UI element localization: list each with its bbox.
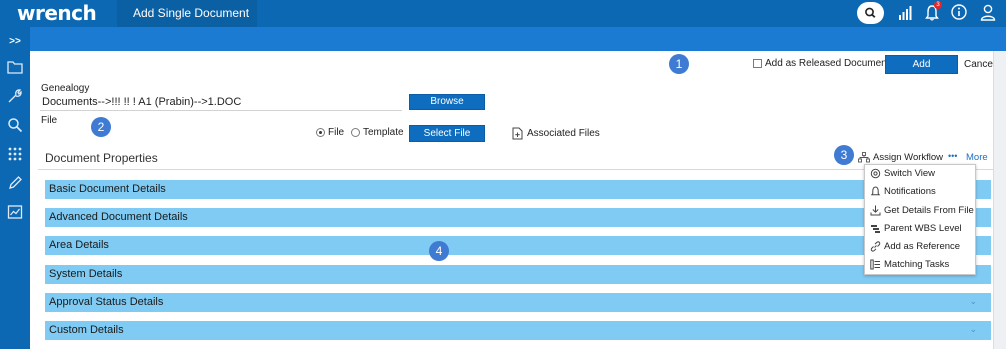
rail-item-search[interactable]	[0, 114, 30, 136]
wrench-icon	[8, 89, 22, 103]
genealogy-underline	[40, 110, 402, 111]
rail-item-tools[interactable]	[0, 85, 30, 107]
chevron-down-icon[interactable]: ⌄	[969, 296, 977, 307]
task-list-icon	[870, 259, 880, 270]
signal-bars-icon[interactable]	[898, 3, 912, 23]
section-label: Area Details	[49, 239, 109, 251]
associated-files-link[interactable]: Associated Files	[527, 128, 600, 139]
file-label: File	[41, 115, 58, 126]
section-label: Basic Document Details	[49, 183, 166, 195]
more-dots-icon[interactable]: •••	[948, 151, 957, 161]
notification-badge: 3	[934, 1, 942, 9]
menu-item-add-as-reference[interactable]: Add as Reference	[865, 238, 975, 256]
menu-item-notifications[interactable]: Notifications	[865, 183, 975, 201]
section-advanced-document-details[interactable]: Advanced Document Details	[45, 208, 991, 227]
cancel-button[interactable]: Cancel	[964, 59, 995, 70]
top-bar: wrench Add Single Document 3	[0, 0, 1006, 27]
file-radio-label[interactable]: File	[328, 127, 344, 138]
menu-item-switch-view[interactable]: Switch View	[865, 165, 975, 183]
select-file-button[interactable]: Select File	[409, 125, 485, 142]
user-icon[interactable]	[979, 3, 997, 23]
section-area-details[interactable]: Area Details	[45, 236, 991, 255]
section-label: System Details	[49, 268, 123, 280]
search-icon	[8, 118, 23, 133]
menu-item-label: Switch View	[884, 168, 936, 179]
released-document-label[interactable]: Add as Released Document	[765, 58, 890, 69]
bell-icon	[870, 186, 881, 196]
switch-view-icon	[870, 168, 881, 179]
workflow-icon[interactable]	[858, 152, 870, 163]
page-tab-title[interactable]: Add Single Document	[117, 0, 257, 27]
expand-rail-button[interactable]: >>	[0, 30, 30, 52]
section-basic-document-details[interactable]: Basic Document Details	[45, 180, 991, 199]
released-document-checkbox[interactable]	[753, 59, 762, 68]
apps-grid-icon	[8, 147, 22, 161]
add-button[interactable]: Add	[885, 55, 958, 74]
section-custom-details[interactable]: Custom Details ⌄	[45, 321, 991, 340]
callout-marker-4: 4	[429, 241, 449, 261]
menu-item-get-details-from-file[interactable]: Get Details From File	[865, 202, 975, 220]
menu-item-parent-wbs-level[interactable]: Parent WBS Level	[865, 220, 975, 238]
wbs-icon	[871, 225, 880, 233]
menu-item-label: Get Details From File	[884, 205, 974, 216]
pencil-icon	[9, 176, 22, 189]
rail-item-reports[interactable]	[0, 201, 30, 223]
menu-item-label: Notifications	[884, 186, 936, 197]
rail-item-edit[interactable]	[0, 172, 30, 194]
section-divider	[38, 169, 993, 170]
rail-item-apps[interactable]	[0, 143, 30, 165]
more-dropdown-menu: Switch View Notifications Get Details Fr…	[864, 164, 976, 275]
search-button[interactable]	[857, 2, 884, 24]
link-icon	[870, 241, 881, 252]
chevron-down-icon[interactable]: ⌄	[969, 324, 977, 335]
more-menu-button[interactable]: More	[966, 152, 988, 163]
section-label: Approval Status Details	[49, 296, 164, 308]
folder-icon	[7, 61, 23, 74]
vertical-scrollbar[interactable]	[993, 51, 1006, 349]
callout-marker-3: 3	[834, 145, 854, 165]
secondary-bar	[30, 27, 1006, 51]
associated-files-icon[interactable]	[512, 127, 523, 140]
menu-item-label: Matching Tasks	[884, 259, 950, 270]
genealogy-path: Documents-->!!! !! ! A1 (Prabin)-->1.DOC	[42, 96, 242, 108]
download-icon	[870, 205, 881, 216]
template-radio-label[interactable]: Template	[363, 127, 404, 138]
browse-button[interactable]: Browse	[409, 94, 485, 110]
callout-marker-1: 1	[669, 54, 689, 74]
left-rail: >>	[0, 27, 30, 349]
menu-item-label: Parent WBS Level	[884, 223, 962, 234]
menu-item-matching-tasks[interactable]: Matching Tasks	[865, 256, 975, 274]
search-icon	[865, 7, 876, 18]
section-approval-status-details[interactable]: Approval Status Details ⌄	[45, 293, 991, 312]
section-label: Custom Details	[49, 324, 124, 336]
rail-item-folders[interactable]	[0, 56, 30, 78]
app-logo[interactable]: wrench	[17, 1, 97, 25]
document-properties-title: Document Properties	[45, 151, 158, 165]
callout-marker-2: 2	[91, 117, 111, 137]
report-icon	[7, 205, 23, 219]
template-radio[interactable]	[351, 128, 360, 137]
section-label: Advanced Document Details	[49, 211, 188, 223]
section-system-details[interactable]: System Details	[45, 265, 991, 284]
expand-icon: >>	[9, 35, 21, 47]
file-radio[interactable]	[316, 128, 325, 137]
assign-workflow-link[interactable]: Assign Workflow	[873, 152, 943, 163]
menu-item-label: Add as Reference	[884, 241, 961, 252]
info-icon[interactable]	[950, 3, 968, 23]
genealogy-label: Genealogy	[41, 83, 90, 94]
